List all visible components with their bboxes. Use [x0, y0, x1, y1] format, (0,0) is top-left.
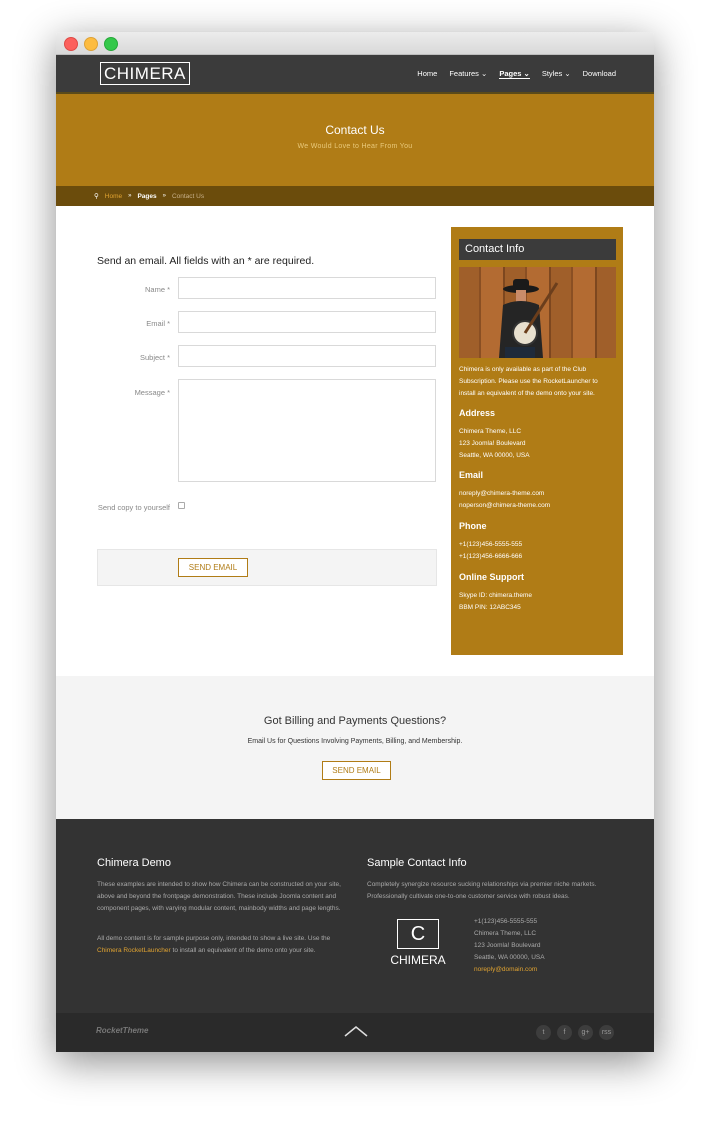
rss-icon[interactable]: rss	[599, 1025, 614, 1040]
billing-title: Got Billing and Payments Questions?	[263, 715, 447, 727]
menu-item-styles-label: Styles	[541, 69, 563, 78]
contact-info-panel: Contact Info Chimera is only available a…	[451, 227, 623, 655]
menu-item-home[interactable]: Home	[417, 69, 437, 79]
contact-intro: Chimera is only available as part of the…	[459, 366, 598, 397]
name-label: Name *	[144, 285, 170, 294]
form-actions: SEND EMAIL	[97, 549, 437, 586]
menu-item-features-label: Features	[449, 69, 479, 78]
footer-demo-text: These examples are intended to show how …	[97, 881, 341, 912]
minimize-window-button[interactable]	[84, 37, 98, 51]
page-subtitle: We Would Love to Hear From You	[297, 143, 413, 150]
footer-demo-note-text: All demo content is for sample purpose o…	[97, 935, 331, 942]
form-title: Send an email. All fields with an * are …	[97, 255, 315, 267]
google-plus-icon[interactable]: g+	[578, 1025, 593, 1040]
menu-item-features[interactable]: Features ⌄	[449, 69, 487, 79]
breadcrumb-home[interactable]: Home	[105, 193, 122, 200]
facebook-icon[interactable]: f	[557, 1025, 572, 1040]
breadcrumb-pages[interactable]: Pages	[137, 193, 156, 200]
footer-email-link[interactable]: noreply@domain.com	[474, 966, 537, 973]
support-line: BBM PIN: 12ABC345	[459, 604, 521, 611]
footer-contact-line: Chimera Theme, LLC	[474, 930, 537, 937]
billing-send-email-button[interactable]: SEND EMAIL	[322, 761, 391, 780]
address-heading: Address	[459, 408, 496, 418]
window-titlebar	[56, 32, 654, 55]
footer-demo-note-text-end: to install an equivalent of the demo ont…	[170, 947, 316, 954]
menu-item-home-label: Home	[417, 69, 438, 78]
breadcrumb-separator-icon: »	[162, 193, 166, 199]
main-menu: Home Features ⌄ Pages ⌄ Styles ⌄ Downloa…	[417, 69, 616, 79]
email-line[interactable]: noreply@chimera-theme.com	[459, 488, 619, 500]
musician-illustration	[499, 279, 559, 358]
chevron-down-icon: ⌄	[481, 69, 488, 78]
close-window-button[interactable]	[64, 37, 78, 51]
billing-section: Got Billing and Payments Questions? Emai…	[56, 676, 654, 819]
twitter-icon[interactable]: t	[536, 1025, 551, 1040]
footer-contact-line: +1(123)456-5555-555	[474, 918, 538, 925]
page-title: Contact Us	[325, 123, 385, 137]
subject-label: Subject *	[139, 353, 170, 362]
send-copy-label: Send copy to yourself	[97, 503, 170, 512]
email-label: Email *	[146, 319, 170, 328]
breadcrumb: ⚲ Home » Pages » Contact Us	[56, 186, 654, 206]
phone-heading: Phone	[459, 521, 487, 531]
footer: Chimera Demo These examples are intended…	[56, 819, 654, 1013]
email-input[interactable]	[178, 311, 436, 333]
menu-item-pages-label: Pages	[499, 69, 522, 78]
menu-item-styles[interactable]: Styles ⌄	[542, 69, 571, 79]
footer-contact-title: Sample Contact Info	[367, 857, 467, 869]
message-label: Message *	[134, 388, 170, 397]
bottom-bar: RocketTheme t f g+ rss	[56, 1013, 654, 1052]
page-header: Contact Us We Would Love to Hear From Yo…	[56, 94, 654, 186]
footer-logo-name: CHIMERA	[390, 953, 446, 967]
address-line: Seattle, WA 00000, USA	[459, 452, 530, 459]
menu-item-download-label: Download	[582, 69, 616, 78]
message-textarea[interactable]	[178, 379, 436, 482]
phone-line: +1(123)456-6666-666	[459, 553, 523, 560]
footer-contact-email: noreply@domain.com	[474, 964, 537, 976]
browser-window: CHIMERA Home Features ⌄ Pages ⌄ Styles ⌄…	[56, 32, 654, 1052]
footer-contact-line: 123 Joomla! Boulevard	[474, 942, 541, 949]
footer-contact-line: Seattle, WA 00000, USA	[474, 954, 545, 961]
send-copy-checkbox[interactable]	[178, 502, 185, 509]
top-navigation: CHIMERA Home Features ⌄ Pages ⌄ Styles ⌄…	[56, 55, 654, 94]
footer-contact-text: Completely synergize resource sucking re…	[367, 881, 597, 900]
rockettheme-logo[interactable]: RocketTheme	[96, 1026, 148, 1035]
back-to-top-icon[interactable]	[344, 1025, 368, 1037]
footer-demo-title: Chimera Demo	[97, 857, 171, 869]
chevron-down-icon: ⌄	[523, 69, 530, 78]
phone-line: +1(123)456-5555-555	[459, 541, 523, 548]
site-logo[interactable]: CHIMERA	[100, 62, 190, 85]
billing-subtitle: Email Us for Questions Involving Payment…	[247, 738, 463, 745]
subject-input[interactable]	[178, 345, 436, 367]
menu-item-download[interactable]: Download	[583, 69, 616, 79]
menu-item-pages[interactable]: Pages ⌄	[499, 69, 530, 79]
email-line[interactable]: noperson@chimera-theme.com	[459, 500, 619, 512]
main-content: Send an email. All fields with an * are …	[56, 206, 654, 678]
address-line: Chimera Theme, LLC	[459, 428, 522, 435]
support-heading: Online Support	[459, 572, 524, 582]
footer-logo-mark: C	[397, 919, 439, 949]
address-line: 123 Joomla! Boulevard	[459, 440, 526, 447]
maximize-window-button[interactable]	[104, 37, 118, 51]
banjo-player-image	[459, 267, 616, 358]
chevron-down-icon: ⌄	[564, 69, 571, 78]
name-input[interactable]	[178, 277, 436, 299]
support-line: Skype ID: chimera.theme	[459, 592, 532, 599]
contact-info-title: Contact Info	[459, 239, 616, 260]
email-heading: Email	[459, 470, 484, 480]
rocketlauncher-link[interactable]: Chimera RocketLauncher	[97, 947, 171, 954]
breadcrumb-current: Contact Us	[171, 192, 205, 200]
footer-demo-note: All demo content is for sample purpose o…	[97, 933, 349, 957]
send-email-button[interactable]: SEND EMAIL	[178, 558, 248, 577]
breadcrumb-separator-icon: »	[128, 193, 132, 199]
map-pin-icon: ⚲	[94, 193, 99, 200]
footer-logo: C CHIMERA	[388, 919, 448, 967]
